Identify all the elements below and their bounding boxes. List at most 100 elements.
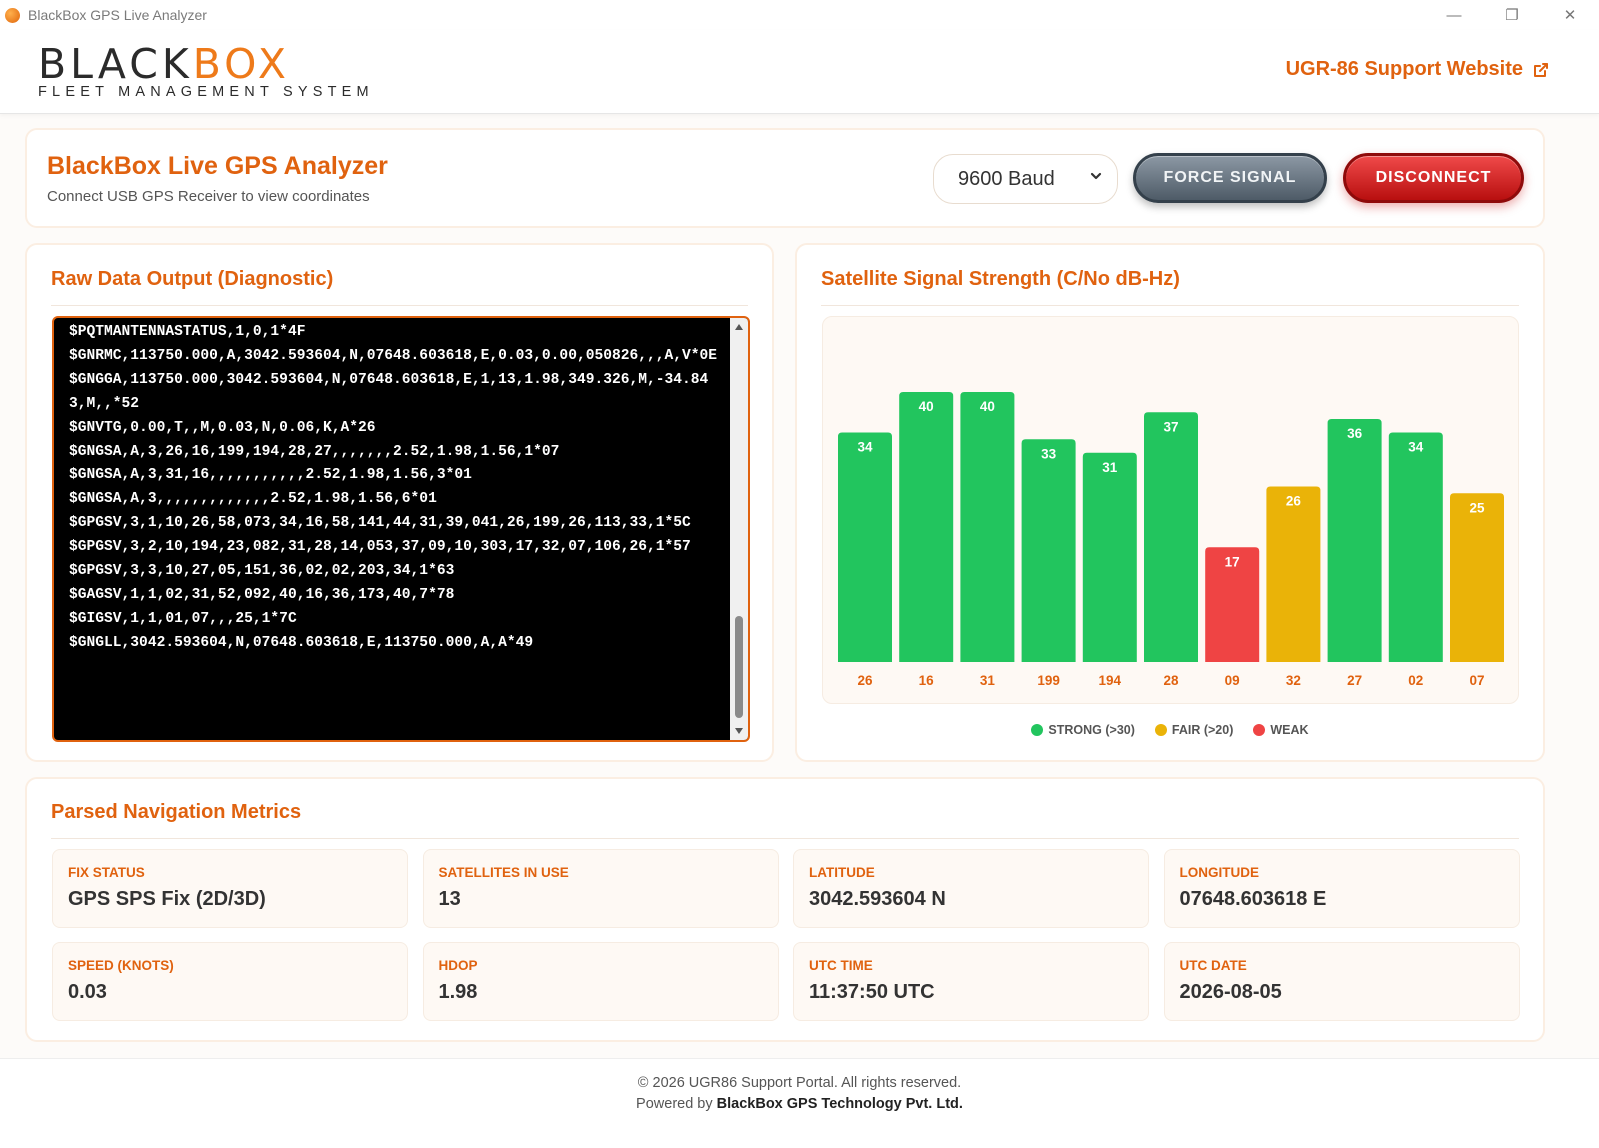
raw-data-card: Raw Data Output (Diagnostic) $PQTMANTENN… — [25, 243, 774, 762]
legend-label: WEAK — [1270, 723, 1309, 737]
nmea-line: $GPGSV,3,2,10,194,23,082,31,28,14,053,37… — [69, 539, 691, 556]
close-button[interactable]: ✕ — [1541, 0, 1599, 30]
satellite-id-label: 16 — [919, 673, 935, 688]
divider — [51, 838, 1519, 839]
signal-bar-194 — [1082, 452, 1137, 662]
external-link-icon — [1534, 62, 1548, 77]
analyzer-control-card: BlackBox Live GPS Analyzer Connect USB G… — [25, 128, 1545, 228]
metric-label: LONGITUDE — [1179, 865, 1260, 880]
metric-latitude: LATITUDE 3042.593604 N — [793, 849, 1149, 928]
baud-rate-select[interactable]: 9600 Baud — [933, 154, 1118, 204]
satellite-id-label: 07 — [1469, 673, 1484, 688]
bar-value-label: 34 — [1408, 440, 1424, 455]
metric-label: LATITUDE — [809, 865, 875, 880]
metric-value: 1.98 — [438, 981, 478, 1003]
bar-value-label: 40 — [980, 399, 995, 414]
satellite-id-label: 32 — [1286, 673, 1301, 688]
satellite-id-label: 09 — [1225, 673, 1240, 688]
metric-label: SPEED (KNOTS) — [68, 958, 174, 973]
nmea-line: $GNVTG,0.00,T,,M,0.03,N,0.06,K,A*26 — [69, 419, 376, 436]
bar-value-label: 36 — [1347, 426, 1363, 441]
bar-value-label: 34 — [857, 440, 873, 455]
metric-value: GPS SPS Fix (2D/3D) — [68, 888, 266, 910]
metric-value: 0.03 — [68, 981, 107, 1003]
metric-label: SATELLITES IN USE — [438, 865, 569, 880]
metric-satellites-in-use: SATELLITES IN USE 13 — [422, 849, 779, 928]
window-controls: — ❐ ✕ — [1425, 0, 1599, 30]
legend-item: STRONG (>30) — [1031, 723, 1135, 737]
nmea-line: $GNGLL,3042.593604,N,07648.603618,E,1137… — [69, 634, 534, 651]
metric-utc-date: UTC DATE 2026-08-05 — [1163, 942, 1520, 1021]
legend-label: FAIR (>20) — [1171, 723, 1234, 737]
terminal-scrollbar[interactable] — [730, 318, 748, 740]
chevron-down-icon — [1090, 172, 1102, 180]
nmea-line: $GNGSA,A,3,26,16,199,194,28,27,,,,,,,2.5… — [69, 443, 560, 460]
signal-bar-07 — [1450, 493, 1504, 662]
metric-value: 07648.603618 E — [1179, 888, 1327, 910]
metric-hdop: HDOP 1.98 — [422, 942, 779, 1021]
powered-by-prefix: Powered by — [636, 1096, 717, 1112]
nmea-line: $PQTMANTENNASTATUS,1,0,1*4F — [69, 324, 306, 340]
metric-speed-knots: SPEED (KNOTS) 0.03 — [52, 942, 408, 1021]
signal-bar-32 — [1266, 486, 1321, 662]
legend-dot-icon — [1253, 724, 1266, 736]
signal-bar-28 — [1144, 412, 1198, 662]
signal-bar-16 — [899, 392, 954, 662]
signal-bar-02 — [1388, 432, 1443, 662]
minimize-button[interactable]: — — [1425, 0, 1483, 30]
satellite-id-label: 27 — [1347, 673, 1362, 688]
divider — [51, 305, 748, 306]
app-header: BLACKBOX FLEET MANAGEMENT SYSTEM UGR-86 … — [0, 30, 1599, 114]
nmea-line: $GPGSV,3,1,10,26,58,073,34,16,58,141,44,… — [69, 515, 691, 532]
scroll-down-arrow-icon[interactable] — [734, 727, 744, 735]
metric-label: FIX STATUS — [68, 865, 145, 880]
metric-fix-status: FIX STATUS GPS SPS Fix (2D/3D) — [52, 849, 408, 928]
satellite-chart-title: Satellite Signal Strength (C/No dB-Hz) — [821, 268, 1180, 290]
logo-wordmark: BLACKBOX — [38, 42, 374, 86]
app-icon — [5, 7, 20, 23]
bar-value-label: 26 — [1286, 494, 1302, 509]
nmea-line: $GPGSV,3,3,10,27,05,151,36,02,02,203,34,… — [69, 563, 455, 580]
satellite-id-label: 199 — [1037, 673, 1060, 688]
nmea-line: $GAGSV,1,1,02,31,52,092,40,16,36,173,40,… — [69, 586, 455, 603]
bar-value-label: 17 — [1225, 554, 1240, 569]
disconnect-button[interactable]: DISCONNECT — [1343, 153, 1524, 203]
raw-data-title: Raw Data Output (Diagnostic) — [51, 268, 334, 290]
support-website-link[interactable]: UGR-86 Support Website — [1286, 58, 1549, 81]
metric-label: UTC TIME — [809, 958, 873, 973]
signal-bar-31 — [960, 392, 1015, 662]
raw-data-terminal[interactable]: $PQTMANTENNASTATUS,1,0,1*4F $GNRMC,113750… — [52, 316, 750, 742]
copyright-text: © 2026 UGR86 Support Portal. All rights … — [637, 1075, 962, 1091]
signal-bar-chart: 34 26 40 16 40 31 33 199 31 194 37 28 17 09 26 32 36 27 34… — [838, 392, 1504, 688]
satellite-id-label: 02 — [1408, 673, 1423, 688]
signal-bar-26 — [838, 432, 892, 662]
metric-value: 2026-08-05 — [1179, 981, 1282, 1003]
logo-subtitle: FLEET MANAGEMENT SYSTEM — [38, 84, 374, 100]
blackbox-logo: BLACKBOX FLEET MANAGEMENT SYSTEM — [38, 42, 374, 100]
signal-bar-27 — [1327, 419, 1382, 662]
bar-value-label: 33 — [1041, 446, 1057, 461]
metric-longitude: LONGITUDE 07648.603618 E — [1163, 849, 1520, 928]
legend-item: WEAK — [1253, 723, 1309, 737]
powered-by-text: Powered by BlackBox GPS Technology Pvt. … — [0, 1096, 1599, 1112]
satellite-id-label: 26 — [857, 673, 873, 688]
signal-chart-area: 34 26 40 16 40 31 33 199 31 194 37 28 17 09 26 32 36 27 34… — [822, 316, 1519, 704]
nmea-line: $GNGSA,A,3,31,16,,,,,,,,,,,2.52,1.98,1.5… — [69, 467, 472, 484]
page-subtitle: Connect USB GPS Receiver to view coordin… — [47, 188, 370, 205]
logo-box-text: BOX — [192, 40, 290, 88]
nmea-line: $GNGGA,113750.000,3042.593604,N,07648.60… — [69, 371, 709, 412]
window-title: BlackBox GPS Live Analyzer — [28, 7, 207, 23]
scrollbar-thumb[interactable] — [735, 616, 743, 718]
restore-button[interactable]: ❐ — [1483, 0, 1541, 30]
metric-value: 11:37:50 UTC — [809, 981, 935, 1003]
support-link-label: UGR-86 Support Website — [1285, 58, 1523, 80]
bar-value-label: 40 — [919, 399, 934, 414]
force-signal-button[interactable]: FORCE SIGNAL — [1133, 153, 1327, 203]
metric-label: UTC DATE — [1179, 958, 1247, 973]
company-name: BlackBox GPS Technology Pvt. Ltd. — [716, 1096, 963, 1112]
window-titlebar: BlackBox GPS Live Analyzer — ❐ ✕ — [0, 0, 1599, 30]
satellite-id-label: 31 — [980, 673, 996, 688]
scroll-up-arrow-icon[interactable] — [734, 323, 744, 331]
satellite-id-label: 28 — [1163, 673, 1179, 688]
nmea-line: $GNGSA,A,3,,,,,,,,,,,,,2.52,1.98,1.56,6*… — [69, 491, 437, 508]
